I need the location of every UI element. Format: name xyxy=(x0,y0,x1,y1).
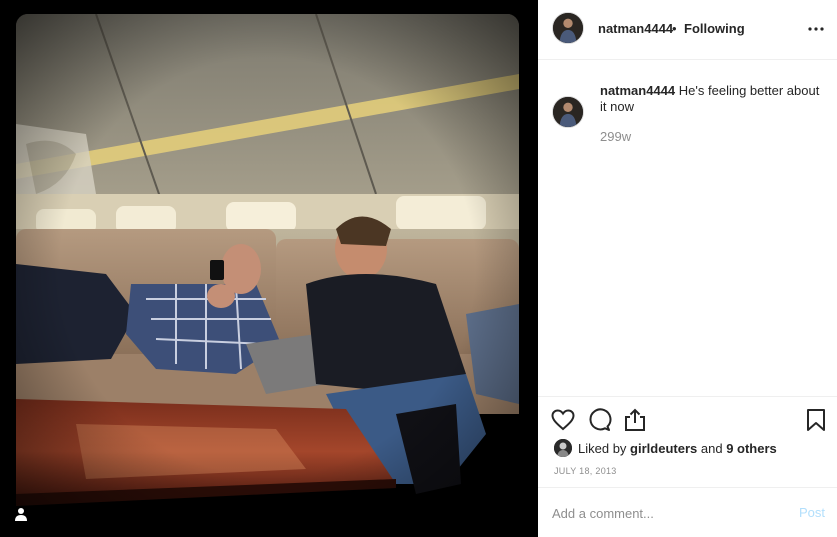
post-actions-bar xyxy=(538,396,837,444)
more-options-icon[interactable] xyxy=(807,20,825,38)
header-separator: • xyxy=(672,21,677,36)
caption-author-avatar[interactable] xyxy=(552,96,584,128)
caption-author-avatar-image xyxy=(553,97,583,127)
post-caption: natman4444 He's feeling better about it … xyxy=(600,83,820,115)
liked-by-prefix: Liked by xyxy=(578,441,627,456)
post-photo[interactable] xyxy=(16,14,519,519)
author-avatar[interactable] xyxy=(552,12,584,44)
comment-bubble-icon[interactable] xyxy=(586,407,612,433)
user-tag-icon[interactable] xyxy=(13,506,29,522)
liked-by-others[interactable]: 9 others xyxy=(726,441,777,456)
share-icon[interactable] xyxy=(622,407,648,433)
likes-text: Liked by girldeuters and 9 others xyxy=(578,441,777,456)
bookmark-icon[interactable] xyxy=(803,407,829,433)
post-side-panel: natman4444 • Following natman4444 He's f… xyxy=(538,0,837,537)
author-username[interactable]: natman4444 xyxy=(598,21,673,36)
caption-timestamp[interactable]: 299w xyxy=(600,129,631,144)
post-date[interactable]: JULY 18, 2013 xyxy=(554,466,617,476)
liked-by-user[interactable]: girldeuters xyxy=(630,441,697,456)
author-avatar-image xyxy=(553,13,583,43)
post-comment-button[interactable]: Post xyxy=(799,505,825,520)
liker-avatar-image xyxy=(554,439,572,457)
liked-by-and: and xyxy=(700,441,723,456)
likes-summary: Liked by girldeuters and 9 others xyxy=(554,439,834,459)
post-photo-illustration xyxy=(16,14,519,519)
heart-icon[interactable] xyxy=(550,407,576,433)
post-header: natman4444 • Following xyxy=(538,0,837,60)
liker-avatar[interactable] xyxy=(554,439,572,457)
comment-input[interactable] xyxy=(552,503,772,523)
following-button[interactable]: Following xyxy=(684,21,745,36)
media-pane xyxy=(0,0,538,537)
comment-bar: Post xyxy=(538,487,837,537)
caption-username[interactable]: natman4444 xyxy=(600,83,675,98)
